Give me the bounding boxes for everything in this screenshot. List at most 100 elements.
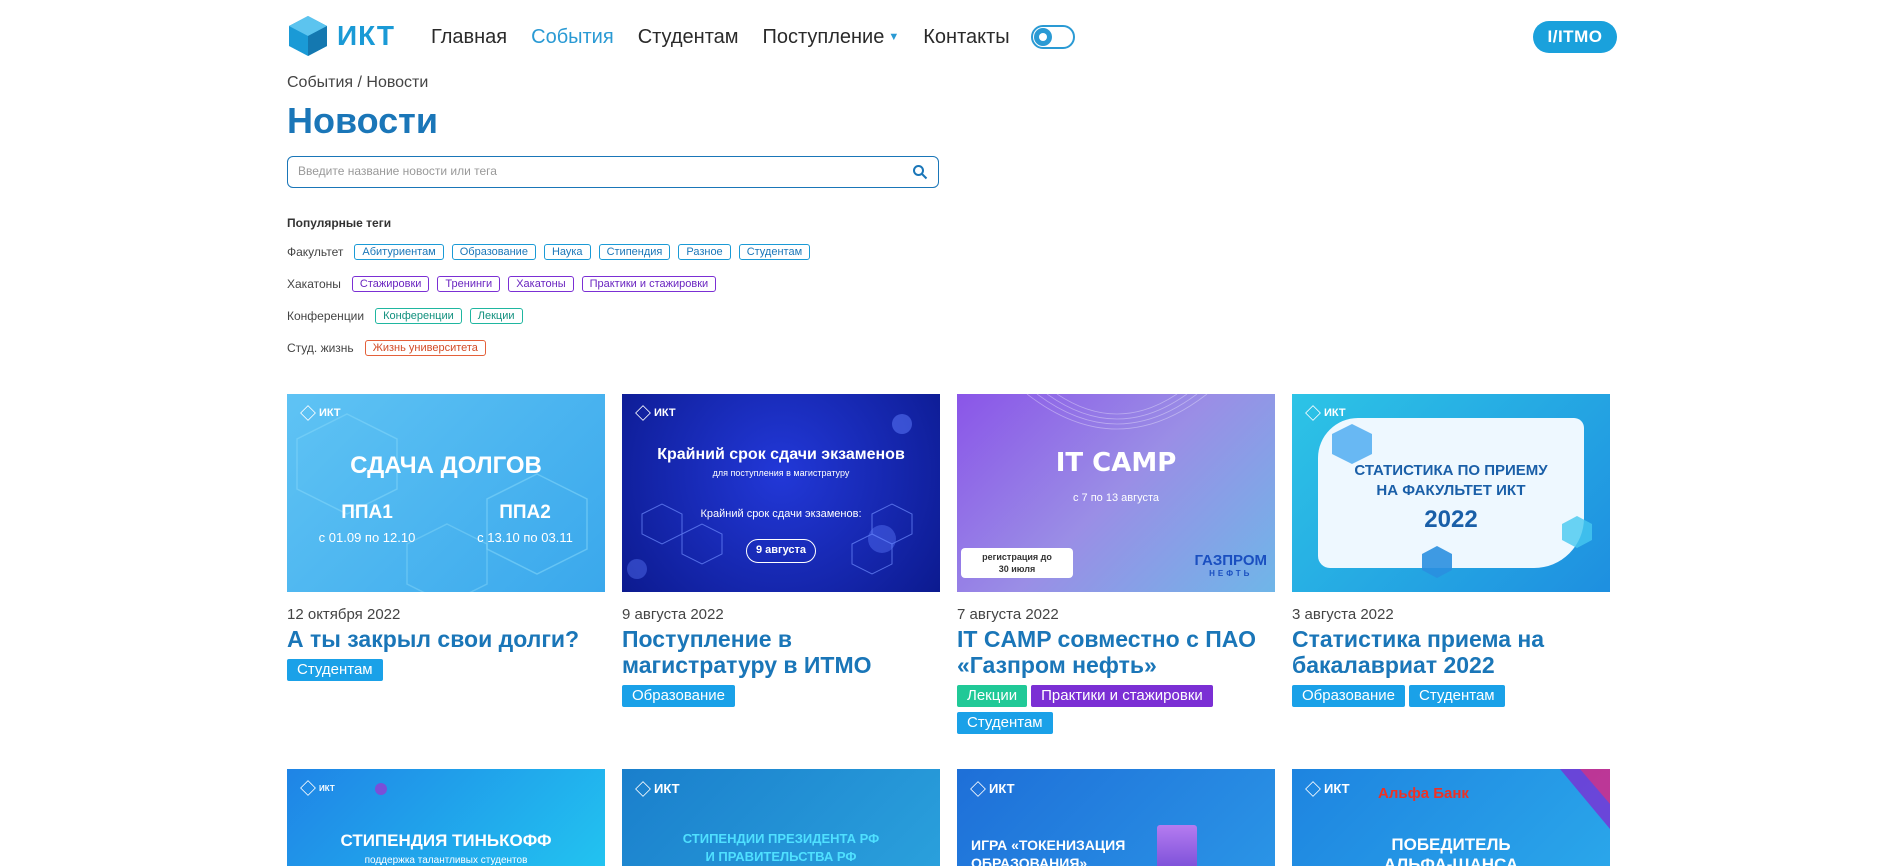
- image-logo-text: ИКТ: [654, 407, 676, 419]
- image-logo: ИКТ: [635, 405, 676, 421]
- cube-icon: [635, 780, 651, 797]
- news-tag[interactable]: Лекции: [957, 685, 1028, 707]
- page: ИКТ Главная События Студентам Поступлени…: [287, 0, 1617, 866]
- toggle-knob-icon: [1034, 28, 1052, 46]
- image-sub: поддержка талантливых студентов: [364, 855, 528, 866]
- tag[interactable]: Студентам: [738, 244, 811, 260]
- news-image[interactable]: IT CAMP с 7 по 13 августа регистрация до…: [957, 394, 1275, 592]
- news-image[interactable]: ИКТ Альфа Банк ПОБЕДИТЕЛЬ АЛЬФА-ШАНСА: [1292, 769, 1610, 866]
- registration-badge: регистрация до 30 июля: [961, 548, 1073, 578]
- news-card[interactable]: СТАТИСТИКА ПО ПРИЕМУ НА ФАКУЛЬТЕТ ИКТ 20…: [1292, 394, 1610, 712]
- news-image[interactable]: ИКТ ИГРА «ТОКЕНИЗАЦИЯ ОБРАЗОВАНИЯ»: [957, 769, 1275, 866]
- image-logo-text: ИКТ: [1324, 781, 1350, 796]
- news-image[interactable]: СТАТИСТИКА ПО ПРИЕМУ НА ФАКУЛЬТЕТ ИКТ 20…: [1292, 394, 1610, 592]
- cube-icon: [300, 780, 316, 796]
- tag-row-conferences: Конференции Конференции Лекции: [287, 308, 531, 324]
- news-title[interactable]: Поступление в магистратуру в ИТМО: [622, 626, 940, 678]
- tag[interactable]: Хакатоны: [508, 276, 574, 292]
- news-tags: Лекции Практики и стажировки Студентам: [957, 685, 1275, 739]
- news-card[interactable]: ИКТ ИГРА «ТОКЕНИЗАЦИЯ ОБРАЗОВАНИЯ»: [957, 769, 1275, 866]
- image-logo: ИКТ: [1305, 780, 1350, 797]
- tag[interactable]: Стипендия: [598, 244, 671, 260]
- image-logo: ИКТ: [970, 780, 1015, 797]
- tag[interactable]: Образование: [451, 244, 536, 260]
- image-heading: IT CAMP: [1055, 448, 1177, 478]
- tag[interactable]: Разное: [678, 244, 731, 260]
- page-title: Новости: [287, 100, 438, 141]
- news-title[interactable]: IT CAMP совместно с ПАО «Газпром нефть»: [957, 626, 1275, 678]
- news-card[interactable]: IT CAMP с 7 по 13 августа регистрация до…: [957, 394, 1275, 739]
- nav-students[interactable]: Студентам: [638, 22, 739, 52]
- news-card[interactable]: ИКТ Крайний срок сдачи экзаменов для пос…: [622, 394, 940, 712]
- search-input[interactable]: [288, 157, 898, 185]
- news-title[interactable]: А ты закрыл свои долги?: [287, 626, 605, 652]
- news-image[interactable]: ИКТ СТИПЕНДИЯ ТИНЬКОФФ поддержка талантл…: [287, 769, 605, 866]
- tag[interactable]: Стажировки: [351, 276, 430, 292]
- tag-category: Конференции: [287, 309, 365, 323]
- nav-home[interactable]: Главная: [431, 22, 507, 52]
- caret-down-icon: ▼: [888, 31, 900, 43]
- alfa-bank-logo: Альфа Банк: [1378, 785, 1469, 802]
- news-tag[interactable]: Студентам: [1408, 685, 1505, 707]
- news-card[interactable]: ИКТ СТИПЕНДИИ ПРЕЗИДЕНТА РФ И ПРАВИТЕЛЬС…: [622, 769, 940, 866]
- image-heading: СДАЧА ДОЛГОВ: [350, 452, 542, 479]
- breadcrumb: События / Новости: [287, 74, 429, 91]
- tag[interactable]: Тренинги: [437, 276, 501, 292]
- news-tag[interactable]: Практики и стажировки: [1031, 685, 1213, 707]
- cube-icon: [300, 405, 316, 421]
- image-sub: для поступления в магистратуру: [712, 468, 850, 478]
- tag-category: Факультет: [287, 245, 344, 259]
- badge-line1: регистрация до: [982, 552, 1052, 562]
- news-date: 9 августа 2022: [622, 606, 724, 623]
- nav-admission[interactable]: Поступление ▼: [763, 22, 900, 52]
- news-image[interactable]: ИКТ СДАЧА ДОЛГОВ ППА1 с 01.09 по 12.10 П…: [287, 394, 605, 592]
- tag[interactable]: Лекции: [469, 308, 523, 324]
- tag[interactable]: Жизнь университета: [364, 340, 486, 356]
- news-card[interactable]: ИКТ Альфа Банк ПОБЕДИТЕЛЬ АЛЬФА-ШАНСА: [1292, 769, 1610, 866]
- tag[interactable]: Абитуриентам: [354, 244, 444, 260]
- cube-icon: [1305, 405, 1321, 421]
- image-logo-text: ИКТ: [1324, 407, 1346, 419]
- building-illustration-icon: [1157, 825, 1197, 866]
- ikt-cube-icon: [289, 16, 327, 56]
- main-nav: Главная События Студентам Поступление ▼ К…: [431, 22, 1034, 52]
- search-icon[interactable]: [912, 164, 928, 180]
- image-logo: ИКТ: [300, 780, 335, 796]
- image-logo-text: ИКТ: [989, 781, 1015, 796]
- news-image[interactable]: ИКТ СТИПЕНДИИ ПРЕЗИДЕНТА РФ И ПРАВИТЕЛЬС…: [622, 769, 940, 866]
- nav-contacts[interactable]: Контакты: [923, 22, 1009, 52]
- tag[interactable]: Наука: [543, 244, 591, 260]
- theme-toggle[interactable]: [1031, 25, 1075, 49]
- image-line: Крайний срок сдачи экзаменов:: [700, 508, 862, 520]
- gazprom-logo: ГАЗПРОМ НЕФТЬ: [1194, 552, 1267, 578]
- news-tags: Образование Студентам: [1292, 685, 1610, 712]
- news-date: 7 августа 2022: [957, 606, 1059, 623]
- nav-events[interactable]: События: [531, 22, 614, 52]
- image-line1: СТАТИСТИКА ПО ПРИЕМУ: [1354, 462, 1548, 479]
- news-image[interactable]: ИКТ Крайний срок сдачи экзаменов для пос…: [622, 394, 940, 592]
- tag[interactable]: Конференции: [375, 308, 462, 324]
- news-card[interactable]: ИКТ СДАЧА ДОЛГОВ ППА1 с 01.09 по 12.10 П…: [287, 394, 605, 686]
- image-line1: ИГРА «ТОКЕНИЗАЦИЯ: [971, 837, 1126, 853]
- logo-text: ИКТ: [337, 20, 396, 51]
- image-line2: АЛЬФА-ШАНСА: [1383, 855, 1519, 866]
- news-card[interactable]: ИКТ СТИПЕНДИЯ ТИНЬКОФФ поддержка талантл…: [287, 769, 605, 866]
- tag[interactable]: Практики и стажировки: [581, 276, 717, 292]
- tag-category: Хакатоны: [287, 277, 341, 291]
- news-title[interactable]: Статистика приема на бакалавриат 2022: [1292, 626, 1610, 678]
- badge-line2: 30 июля: [998, 564, 1036, 574]
- news-tag[interactable]: Образование: [622, 685, 735, 707]
- news-tag[interactable]: Образование: [1292, 685, 1405, 707]
- news-tag[interactable]: Студентам: [957, 712, 1053, 734]
- news-tags: Образование: [622, 685, 940, 712]
- cube-icon: [970, 780, 986, 797]
- image-line2: И ПРАВИТЕЛЬСТВА РФ: [705, 849, 857, 864]
- itmo-logo[interactable]: I/ITMO: [1533, 21, 1617, 53]
- image-logo: ИКТ: [300, 405, 341, 421]
- image-right-title: ППА2: [499, 502, 551, 523]
- tag-row-hackathons: Хакатоны Стажировки Тренинги Хакатоны Пр…: [287, 276, 724, 292]
- image-logo-text: ИКТ: [319, 783, 335, 793]
- news-tag[interactable]: Студентам: [287, 659, 383, 681]
- tag-row-student-life: Студ. жизнь Жизнь университета: [287, 340, 494, 356]
- ikt-logo[interactable]: ИКТ: [287, 14, 395, 58]
